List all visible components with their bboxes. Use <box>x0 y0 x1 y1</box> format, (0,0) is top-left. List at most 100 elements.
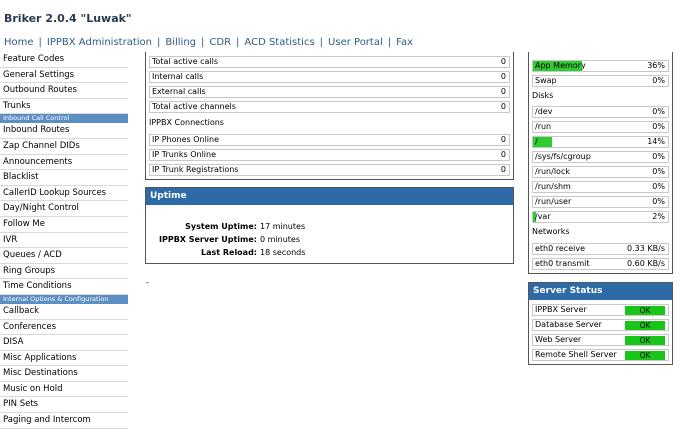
connection-row-value: 0 <box>500 135 506 144</box>
uptime-row: Last Reload: 18 seconds <box>146 248 305 257</box>
resource-row: /sys/fs/cgroup 0% <box>532 151 669 163</box>
nav-user-portal[interactable]: User Portal <box>328 37 383 48</box>
nav-fax[interactable]: Fax <box>396 37 413 48</box>
resource-row: /var 2% <box>532 211 669 223</box>
resource-label: /var <box>535 212 551 221</box>
resource-row: /run/user 0% <box>532 196 669 208</box>
nav-billing[interactable]: Billing <box>165 37 196 48</box>
connection-row-label: IP Trunks Online <box>152 150 217 159</box>
sidebar-item-ring-groups[interactable]: Ring Groups <box>0 263 128 280</box>
nav-separator: | <box>201 37 205 48</box>
calls-row-value: 0 <box>500 57 506 66</box>
nav-cdr[interactable]: CDR <box>209 37 231 48</box>
sidebar-item-time-conditions[interactable]: Time Conditions <box>0 279 128 295</box>
resource-value: 2% <box>652 212 665 221</box>
uptime-row-label: IPPBX Server Uptime: <box>158 235 257 244</box>
nav-separator: | <box>319 37 324 48</box>
resource-label: eth0 transmit <box>535 259 590 268</box>
uptime-title: Uptime <box>146 188 513 205</box>
resource-row: Swap 0% <box>532 75 669 87</box>
nav-separator: | <box>387 37 392 48</box>
sidebar-item-follow-me[interactable]: Follow Me <box>0 216 128 233</box>
sidebar-item-paging-and-intercom[interactable]: Paging and Intercom <box>0 413 128 429</box>
sidebar-item-blacklist[interactable]: Blacklist <box>0 170 128 186</box>
sidebar-item-misc-destinations[interactable]: Misc Destinations <box>0 366 128 382</box>
resource-label: /dev <box>535 107 553 116</box>
sidebar-item-announcements[interactable]: Announcements <box>0 154 128 171</box>
stray-mark: - <box>146 278 149 287</box>
sidebar-item-disa[interactable]: DISA <box>0 335 128 351</box>
top-navigation: Home | IPPBX Administration | Billing | CDR | AC… <box>4 37 413 48</box>
calls-row-label: Internal calls <box>152 72 204 81</box>
resource-row: /run/shm 0% <box>532 181 669 193</box>
sidebar-item-inbound-routes[interactable]: Inbound Routes <box>0 123 128 139</box>
calls-row-value: 0 <box>500 102 506 111</box>
calls-row: Internal calls 0 <box>149 71 510 83</box>
sidebar-section-inbound-call-control: Inbound Call Control <box>0 114 128 124</box>
status-badge: OK <box>625 351 665 360</box>
calls-row-label: Total active calls <box>152 57 218 66</box>
sidebar-item-music-on-hold[interactable]: Music on Hold <box>0 381 128 398</box>
resource-value: 0.33 KB/s <box>627 244 665 253</box>
sidebar-item-day-night-control[interactable]: Day/Night Control <box>0 201 128 217</box>
server-status-row: Database Server OK <box>532 319 669 331</box>
sidebar-item-trunks[interactable]: Trunks <box>0 98 128 115</box>
uptime-row: IPPBX Server Uptime: 0 minutes <box>146 235 300 244</box>
resource-row: App Memory 36% <box>532 60 669 72</box>
uptime-panel: Uptime System Uptime: 17 minutes IPPBX Ser… <box>145 187 514 264</box>
sidebar-item-general-settings[interactable]: General Settings <box>0 67 128 84</box>
nav-separator: | <box>236 37 240 48</box>
server-name: Remote Shell Server <box>535 350 617 359</box>
server-name: IPPBX Server <box>535 305 587 314</box>
uptime-row: System Uptime: 17 minutes <box>146 222 305 231</box>
sidebar-item-conferences[interactable]: Conferences <box>0 319 128 336</box>
uptime-row-value: 18 seconds <box>260 248 306 257</box>
connections-heading: IPPBX Connections <box>149 118 224 127</box>
sidebar-item-callback[interactable]: Callback <box>0 303 128 320</box>
disks-heading: Disks <box>532 91 554 100</box>
resource-value: 0% <box>652 152 665 161</box>
resource-label: eth0 receive <box>535 244 585 253</box>
resource-row: / 14% <box>532 136 669 148</box>
server-name: Web Server <box>535 335 582 344</box>
resource-value: 0% <box>652 122 665 131</box>
sidebar-item-ivr[interactable]: IVR <box>0 232 128 249</box>
resource-value: 0% <box>652 76 665 85</box>
calls-panel: Total active calls 0 Internal calls 0 Extern… <box>145 52 514 180</box>
sidebar-item-outbound-routes[interactable]: Outbound Routes <box>0 83 128 99</box>
server-status-title: Server Status <box>529 283 672 300</box>
sidebar-item-callerid-lookup-sources[interactable]: CallerID Lookup Sources <box>0 185 128 202</box>
uptime-row-label: System Uptime: <box>185 222 257 231</box>
resource-row: eth0 receive 0.33 KB/s <box>532 243 669 255</box>
resource-row: /run/lock 0% <box>532 166 669 178</box>
connection-row: IP Phones Online 0 <box>149 134 510 146</box>
resource-value: 0% <box>652 107 665 116</box>
resource-value: 0% <box>652 182 665 191</box>
networks-heading: Networks <box>532 227 570 236</box>
nav-separator: | <box>38 37 42 48</box>
sidebar-item-feature-codes[interactable]: Feature Codes <box>0 52 128 68</box>
connection-row: IP Trunk Registrations 0 <box>149 164 510 176</box>
calls-row-value: 0 <box>500 72 506 81</box>
sidebar-section-internal-options-configuration: Internal Options & Configuration <box>0 294 128 304</box>
sidebar-item-pin-sets[interactable]: PIN Sets <box>0 397 128 414</box>
nav-ippbx-administration[interactable]: IPPBX Administration <box>47 37 152 48</box>
app-title: Briker 2.0.4 "Luwak" <box>4 12 132 25</box>
status-badge: OK <box>625 336 665 345</box>
sidebar-item-misc-applications[interactable]: Misc Applications <box>0 350 128 367</box>
sidebar-item-queues-acd[interactable]: Queues / ACD <box>0 248 128 264</box>
resource-label: /run/user <box>535 197 572 206</box>
connection-row-label: IP Phones Online <box>152 135 220 144</box>
calls-row-value: 0 <box>500 87 506 96</box>
nav-home[interactable]: Home <box>4 37 34 48</box>
resource-value: 0.60 KB/s <box>627 259 665 268</box>
resource-label: /sys/fs/cgroup <box>535 152 591 161</box>
resource-row: /dev 0% <box>532 106 669 118</box>
status-badge: OK <box>625 321 665 330</box>
sidebar-item-zap-channel-dids[interactable]: Zap Channel DIDs <box>0 138 128 155</box>
resource-row: /run 0% <box>532 121 669 133</box>
uptime-row-label: Last Reload: <box>200 248 257 257</box>
nav-acd-statistics[interactable]: ACD Statistics <box>244 37 314 48</box>
calls-row-label: Total active channels <box>152 102 236 111</box>
sidebar: Feature Codes General Settings Outbound Ro… <box>0 52 128 435</box>
